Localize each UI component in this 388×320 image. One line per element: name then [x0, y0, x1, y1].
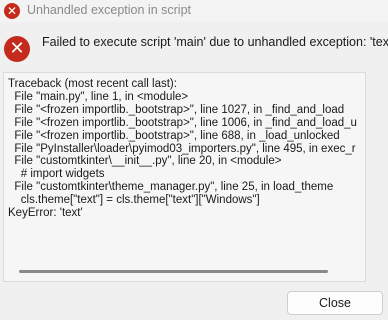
- error-icon: ✕: [4, 3, 20, 19]
- traceback-line: cls.theme["text"] = cls.theme["text"]["W…: [8, 194, 260, 207]
- traceback-line: File "PyInstaller\loader\pyimod03_import…: [8, 142, 356, 155]
- traceback-line: Traceback (most recent call last):: [8, 78, 177, 90]
- title-bar: ✕ Unhandled exception in script: [0, 0, 388, 22]
- traceback-line: KeyError: 'text': [8, 207, 83, 220]
- traceback-line: File "customtkinter\theme_manager.py", l…: [8, 181, 334, 194]
- traceback-panel[interactable]: Traceback (most recent call last): File …: [3, 72, 366, 282]
- horizontal-scrollbar[interactable]: [4, 262, 365, 281]
- error-message: Failed to execute script 'main' due to u…: [42, 35, 388, 49]
- button-bar: Close: [0, 282, 388, 320]
- traceback-line: File "<frozen importlib._bootstrap>", li…: [8, 116, 357, 129]
- traceback-line: File "main.py", line 1, in <module>: [8, 90, 189, 103]
- error-icon: ✕: [4, 36, 30, 62]
- error-dialog-window: ✕ Unhandled exception in script ✕ Failed…: [0, 0, 388, 320]
- close-button[interactable]: Close: [287, 291, 383, 315]
- window-title: Unhandled exception in script: [27, 3, 191, 17]
- vertical-scrollbar: [366, 72, 388, 282]
- traceback-line: # import widgets: [8, 168, 105, 181]
- traceback-line: File "customtkinter\__init__.py", line 2…: [8, 155, 282, 168]
- horizontal-scrollbar-thumb[interactable]: [19, 270, 328, 273]
- traceback-line: File "<frozen importlib._bootstrap>", li…: [8, 103, 345, 116]
- message-area: ✕ Failed to execute script 'main' due to…: [0, 22, 388, 72]
- traceback-line: File "<frozen importlib._bootstrap>", li…: [8, 129, 340, 142]
- traceback-text: Traceback (most recent call last): File …: [8, 78, 357, 220]
